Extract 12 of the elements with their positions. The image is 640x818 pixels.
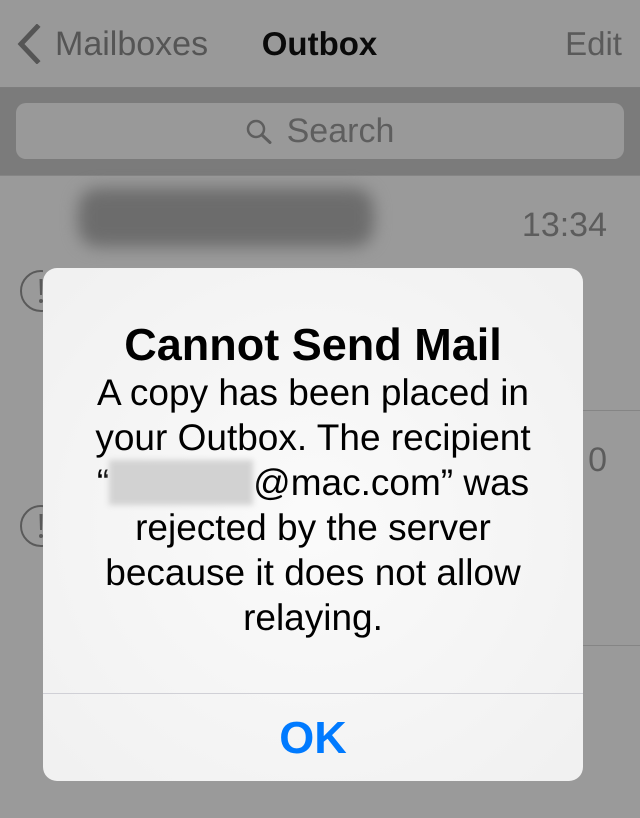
search-field[interactable]: Search xyxy=(16,103,624,159)
back-button[interactable]: Mailboxes xyxy=(55,24,208,64)
alert-title: Cannot Send Mail xyxy=(124,320,502,370)
ok-button[interactable]: OK xyxy=(43,694,583,781)
alert-message: A copy has been placed in your Outbox. The recipient “ @mac.com” was rejected by the server because it does not allow relaying. xyxy=(94,371,532,640)
message-time: 13:34 xyxy=(522,205,607,245)
message-time: 0 xyxy=(588,440,607,480)
navigation-title: Outbox xyxy=(262,24,378,64)
edit-button[interactable]: Edit xyxy=(565,24,622,64)
back-chevron-icon[interactable] xyxy=(17,24,41,64)
search-placeholder: Search xyxy=(286,111,394,151)
search-icon xyxy=(246,118,272,144)
